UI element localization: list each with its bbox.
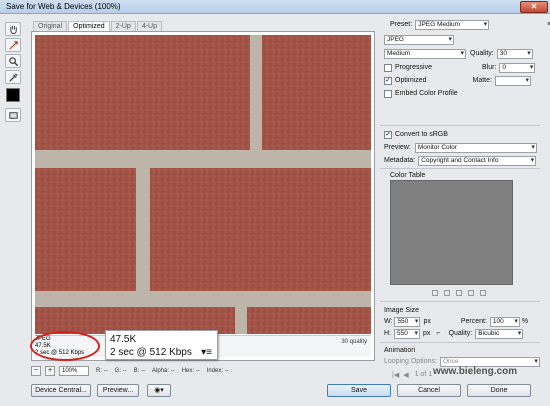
web-shift-icon[interactable] xyxy=(444,290,450,296)
tab-optimized[interactable]: Optimized xyxy=(68,21,110,31)
metadata-select[interactable]: Copyright and Contact Info xyxy=(418,155,537,166)
animation-title: Animation xyxy=(384,347,416,354)
delete-color-icon[interactable] xyxy=(480,290,486,296)
zoom-in-button[interactable]: + xyxy=(45,366,55,376)
optimization-settings-panel: Preset: JPEG Medium ≡ JPEG Medium Qualit… xyxy=(380,17,550,382)
view-tabs: Original Optimized 2-Up 4-Up xyxy=(33,21,163,31)
tab-2-up[interactable]: 2-Up xyxy=(110,21,136,31)
height-unit: px xyxy=(423,330,431,337)
readout-hex: Hex: -- xyxy=(181,368,200,374)
height-input[interactable]: 550 xyxy=(394,328,420,339)
progressive-checkbox[interactable] xyxy=(384,63,392,72)
optimized-label: Optimized xyxy=(395,77,427,84)
width-label: W: xyxy=(384,318,393,325)
preset-select[interactable]: JPEG Medium xyxy=(415,19,490,30)
width-unit: px xyxy=(423,318,431,325)
map-colors-icon[interactable] xyxy=(432,290,438,296)
embed-profile-checkbox[interactable] xyxy=(384,89,392,98)
zoom-out-button[interactable]: − xyxy=(31,366,41,376)
percent-input[interactable]: 100 xyxy=(489,316,520,327)
preview-label: Preview: xyxy=(384,144,411,151)
resample-quality-select[interactable]: Bicubic xyxy=(475,328,524,339)
callout-size: 47.5K xyxy=(110,334,137,345)
zoom-level-select[interactable]: 100% xyxy=(59,366,89,376)
browser-preview-button[interactable]: ◉▾ xyxy=(147,384,171,397)
preview-button[interactable]: Preview... xyxy=(97,384,139,397)
save-button[interactable]: Save xyxy=(327,384,391,397)
watermark: www.bieleng.com xyxy=(433,366,518,377)
window-title: Save for Web & Devices (100%) xyxy=(6,2,121,11)
color-table[interactable] xyxy=(390,180,513,285)
eyedropper-color-swatch[interactable] xyxy=(6,88,20,102)
percent-unit: % xyxy=(521,318,529,325)
zoom-tool-icon[interactable] xyxy=(5,54,21,68)
convert-srgb-label: Convert to sRGB xyxy=(395,131,448,138)
width-input[interactable]: 550 xyxy=(394,316,421,327)
slice-select-tool-icon[interactable] xyxy=(5,38,21,52)
tab-4-up[interactable]: 4-Up xyxy=(136,21,163,31)
quality-label: Quality: xyxy=(470,50,494,57)
new-color-icon[interactable] xyxy=(468,290,474,296)
bottom-buttons: Device Central... Preview... ◉▾ Save Can… xyxy=(31,384,541,398)
progressive-label: Progressive xyxy=(395,64,432,71)
resample-quality-label: Quality: xyxy=(448,330,473,337)
convert-srgb-checkbox[interactable]: ✓ xyxy=(384,130,392,139)
previous-frame-icon[interactable]: ◀ xyxy=(403,371,408,379)
tab-original[interactable]: Original xyxy=(33,21,68,31)
cancel-button[interactable]: Cancel xyxy=(397,384,461,397)
blur-label: Blur: xyxy=(481,64,497,71)
quality-input[interactable]: 30 xyxy=(496,48,533,59)
preset-label: Preset: xyxy=(390,21,413,28)
color-table-icons xyxy=(432,290,486,296)
red-highlight-circle xyxy=(30,331,100,361)
matte-label: Matte: xyxy=(472,77,492,84)
readout-index: Index: -- xyxy=(206,368,229,374)
looping-label: Looping Options: xyxy=(384,358,437,365)
compression-quality-select[interactable]: Medium xyxy=(384,48,466,59)
brick-wall-image[interactable] xyxy=(35,35,371,334)
percent-label: Percent: xyxy=(460,318,487,325)
readout-b: B: -- xyxy=(133,368,146,374)
preview-color-select[interactable]: Monitor Color xyxy=(414,142,537,153)
quality-note: 30 quality xyxy=(341,339,367,345)
frame-counter: 1 of 1 xyxy=(414,371,433,378)
callout-time: 2 sec @ 512 Kbps xyxy=(110,347,192,358)
eyedropper-tool-icon[interactable] xyxy=(5,70,21,84)
lock-color-icon[interactable] xyxy=(456,290,462,296)
readout-r: R: -- xyxy=(96,368,108,374)
close-window-button[interactable]: ✕ xyxy=(520,1,548,13)
matte-select[interactable] xyxy=(494,75,531,86)
zoomed-info-callout: 47.5K 2 sec @ 512 Kbps ▾≡ xyxy=(105,330,218,360)
download-rate-menu-icon[interactable]: ▾≡ xyxy=(201,347,212,358)
file-format-select[interactable]: JPEG xyxy=(384,34,454,45)
readout-alpha: Alpha: -- xyxy=(152,368,175,374)
toggle-slices-visibility-icon[interactable] xyxy=(5,108,21,122)
hand-tool-icon[interactable] xyxy=(5,22,21,36)
done-button[interactable]: Done xyxy=(467,384,531,397)
looping-select[interactable]: Once xyxy=(439,356,540,367)
optimized-checkbox[interactable]: ✓ xyxy=(384,76,392,85)
image-size-title: Image Size xyxy=(384,307,420,314)
height-label: H: xyxy=(384,330,391,337)
title-bar: Save for Web & Devices (100%) ✕ xyxy=(0,0,550,14)
preview-canvas[interactable]: 30 quality JPEG 47.5K 2 sec @ 512 Kbps xyxy=(31,31,375,361)
color-table-title: Color Table xyxy=(390,172,426,179)
metadata-label: Metadata: xyxy=(384,157,416,164)
status-bar: − + 100% R: -- G: -- B: -- Alpha: -- Hex… xyxy=(31,365,375,377)
blur-input[interactable]: 0 xyxy=(499,62,536,73)
first-frame-icon[interactable]: |◀ xyxy=(392,371,399,379)
device-central-button[interactable]: Device Central... xyxy=(31,384,91,397)
readout-g: G: -- xyxy=(114,368,127,374)
tool-column xyxy=(5,22,25,124)
embed-profile-label: Embed Color Profile xyxy=(395,90,458,97)
constrain-link-icon[interactable]: ⌐ xyxy=(436,330,440,337)
